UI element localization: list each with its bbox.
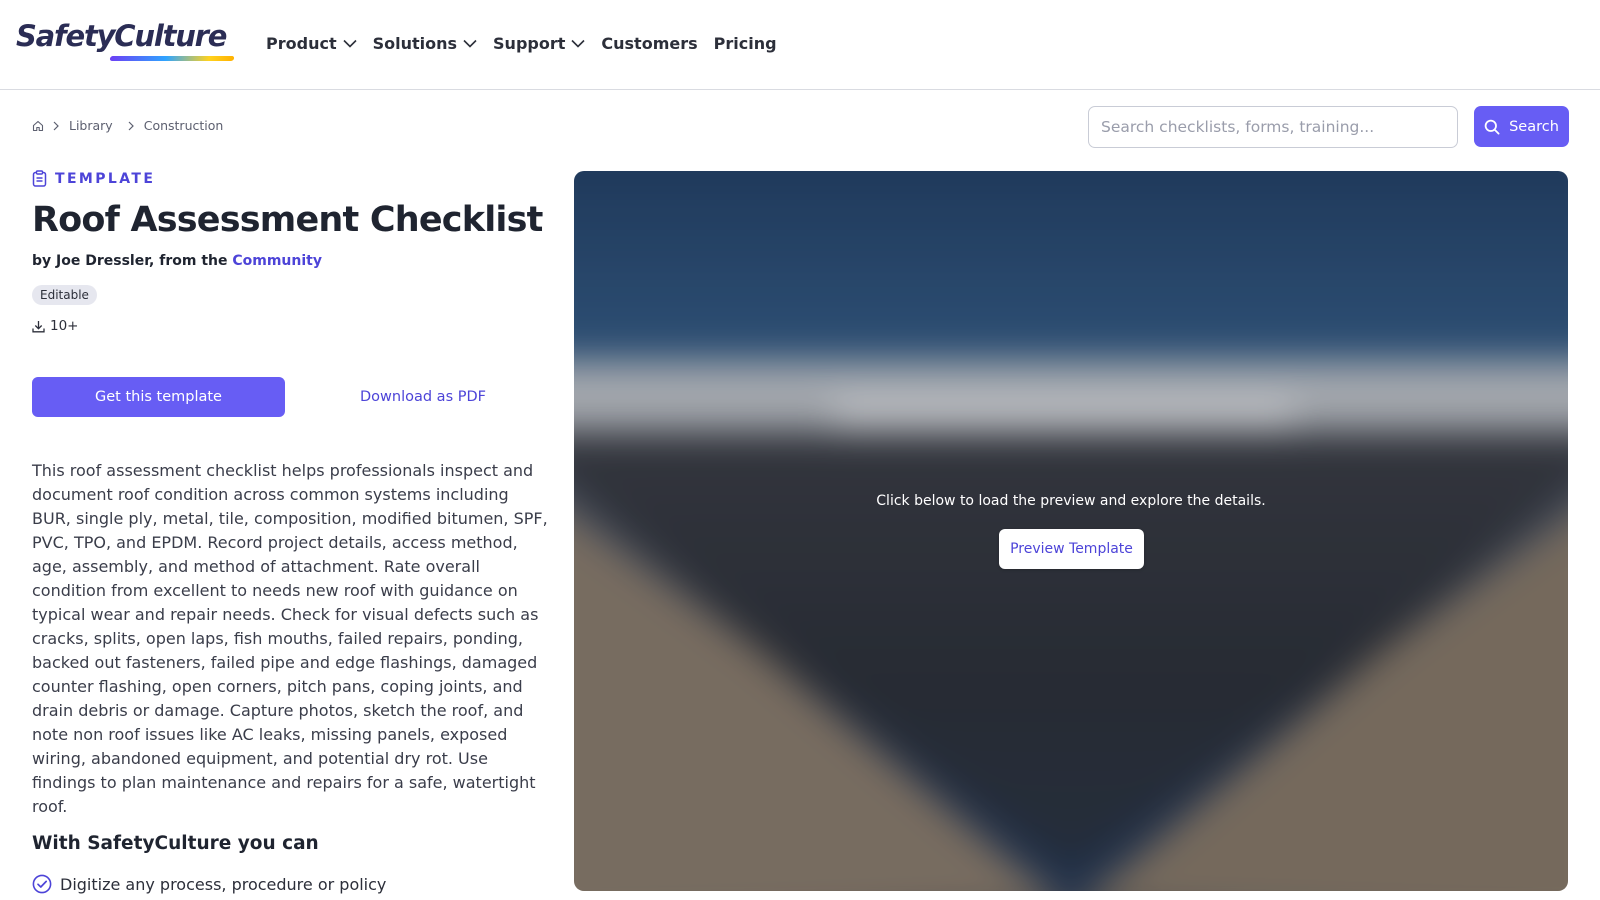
search-button-label: Search — [1509, 118, 1559, 135]
preview-message: Click below to load the preview and expl… — [876, 493, 1266, 509]
template-type-label: TEMPLATE — [32, 170, 155, 187]
get-template-button[interactable]: Get this template — [32, 377, 285, 417]
search-icon — [1484, 119, 1500, 134]
nav-support-label: Support — [493, 34, 566, 53]
chevron-down-icon — [571, 39, 585, 48]
nav-solutions-label: Solutions — [372, 34, 458, 53]
search-input[interactable] — [1088, 106, 1458, 148]
breadcrumb-construction[interactable]: Construction — [144, 118, 224, 133]
top-navigation-bar: SafetyCulture Product Solutions Support … — [0, 0, 1600, 90]
page-title: Roof Assessment Checklist — [32, 200, 543, 240]
chevron-right-icon — [128, 121, 134, 130]
clipboard-icon — [32, 170, 47, 187]
main-nav: Product Solutions Support Customers Pric… — [266, 34, 793, 53]
download-count: 10+ — [32, 318, 79, 334]
logo-text: SafetyCulture — [16, 19, 227, 53]
chevron-down-icon — [463, 39, 477, 48]
editable-badge: Editable — [32, 285, 97, 305]
nav-pricing[interactable]: Pricing — [714, 34, 777, 53]
author-byline: by Joe Dressler, from the Community — [32, 253, 322, 269]
byline-text: by Joe Dressler, from the — [32, 253, 233, 269]
nav-support[interactable]: Support — [493, 34, 585, 53]
benefits-heading: With SafetyCulture you can — [32, 833, 319, 854]
nav-product-label: Product — [266, 34, 337, 53]
safetyculture-logo[interactable]: SafetyCulture — [16, 19, 235, 66]
download-count-value: 10+ — [50, 318, 79, 334]
breadcrumb-library[interactable]: Library — [69, 118, 113, 133]
download-pdf-button[interactable]: Download as PDF — [316, 377, 530, 417]
nav-customers[interactable]: Customers — [601, 34, 697, 53]
home-icon[interactable] — [32, 120, 44, 132]
search-button[interactable]: Search — [1474, 106, 1569, 147]
download-icon — [32, 320, 45, 332]
chevron-down-icon — [343, 39, 357, 48]
nav-customers-label: Customers — [601, 34, 698, 53]
chevron-right-icon — [53, 121, 59, 130]
preview-template-button[interactable]: Preview Template — [999, 529, 1144, 569]
nav-product[interactable]: Product — [266, 34, 357, 53]
nav-solutions[interactable]: Solutions — [373, 34, 477, 53]
nav-pricing-label: Pricing — [713, 34, 777, 53]
community-link[interactable]: Community — [232, 253, 322, 269]
template-description: This roof assessment checklist helps pro… — [32, 461, 548, 816]
check-circle-icon — [32, 874, 52, 894]
logo-underline — [109, 56, 235, 61]
benefit-item-text: Digitize any process, procedure or polic… — [60, 874, 387, 894]
template-preview-panel: Click below to load the preview and expl… — [574, 171, 1568, 891]
benefit-item: Digitize any process, procedure or polic… — [32, 874, 386, 894]
breadcrumb: Library Construction — [32, 118, 223, 133]
template-type-text: TEMPLATE — [55, 170, 156, 187]
